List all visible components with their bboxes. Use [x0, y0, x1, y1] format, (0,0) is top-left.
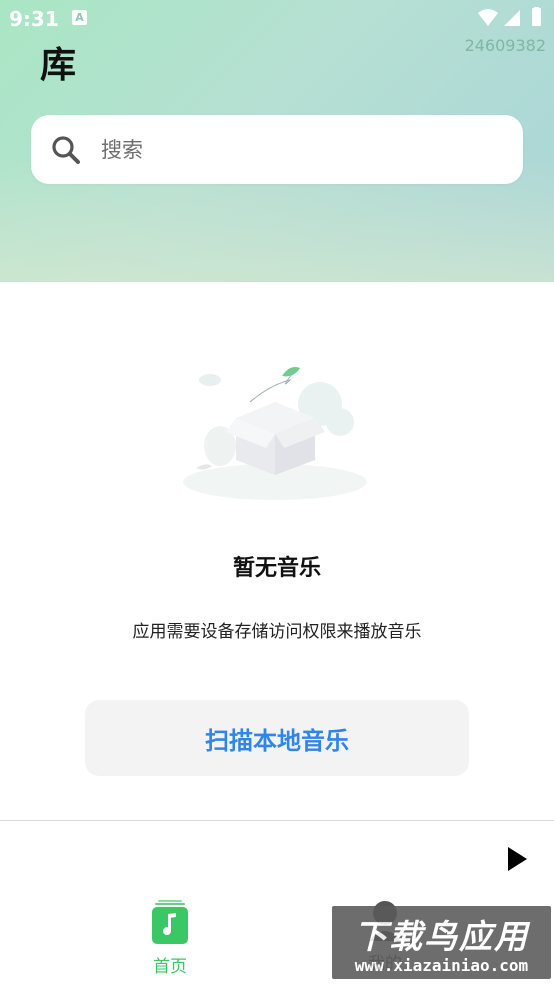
search-input[interactable] — [99, 129, 503, 171]
nav-item-home[interactable]: 首页 — [140, 900, 200, 977]
battery-icon — [532, 8, 541, 26]
watermark-url: www.xiazainiao.com — [354, 956, 529, 975]
empty-title: 暂无音乐 — [232, 556, 321, 581]
play-button[interactable] — [500, 843, 532, 875]
scan-local-music-button[interactable]: 扫描本地音乐 — [85, 700, 469, 776]
music-note-icon — [152, 900, 188, 944]
wifi-icon — [478, 9, 498, 26]
device-id: 24609382 — [464, 36, 546, 55]
search-icon — [51, 135, 81, 169]
a-icon: A — [72, 10, 87, 25]
empty-description: 应用需要设备存储访问权限来播放音乐 — [132, 622, 422, 642]
page-title: 库 — [40, 45, 77, 86]
search-bar[interactable] — [31, 115, 523, 184]
signal-icon — [504, 10, 520, 26]
watermark: 下载鸟应用 www.xiazainiao.com — [332, 906, 551, 979]
status-time: 9:31 — [9, 7, 59, 31]
watermark-text: 下载鸟应用 — [354, 917, 529, 956]
play-icon — [508, 847, 527, 871]
nav-label-home: 首页 — [153, 957, 187, 977]
status-icons — [476, 7, 546, 33]
empty-box-icon — [180, 360, 370, 509]
divider — [0, 820, 554, 821]
status-bar: 9:31 A — [0, 0, 554, 36]
